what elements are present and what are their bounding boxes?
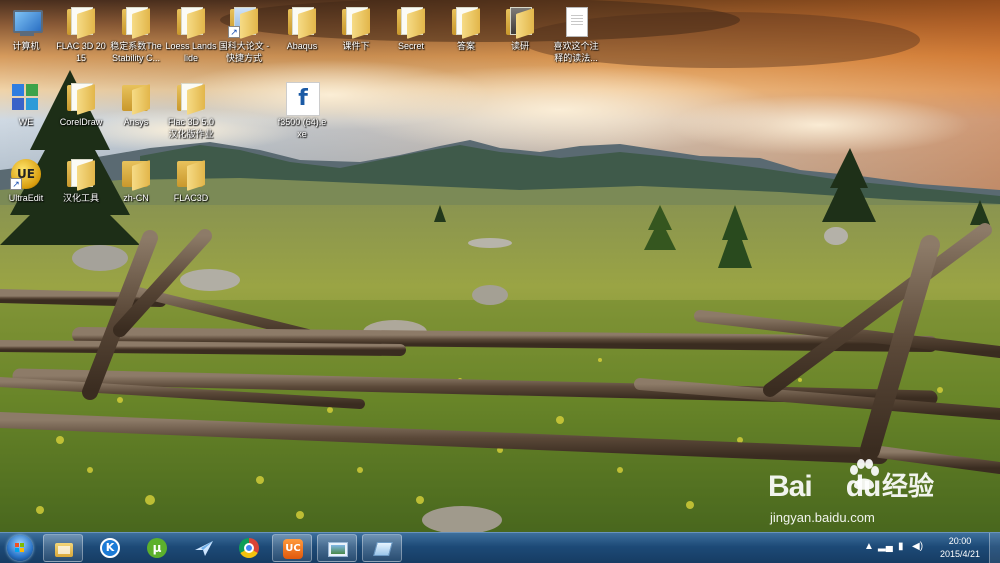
folder-icon	[54, 539, 74, 559]
show-desktop-button[interactable]	[989, 533, 1000, 563]
ultraedit-icon: UE ↗	[10, 158, 42, 190]
taskbar-explorer-button[interactable]	[43, 534, 83, 562]
desktop-icon-we[interactable]: WE	[0, 78, 52, 128]
folder-icon	[120, 158, 152, 191]
desktop-icon-coreldraw[interactable]: CorelDraw	[55, 78, 107, 128]
icon-label: Ansys	[123, 117, 149, 127]
taskbar-kuaibo-button[interactable]: K	[90, 534, 130, 562]
battery-icon[interactable]: ▮	[898, 541, 904, 552]
folder-icon	[450, 6, 482, 39]
watermark-url: jingyan.baidu.com	[770, 510, 875, 525]
desktop-icon-loess-landslide[interactable]: Loess Landslide	[165, 2, 217, 64]
icon-label: Flac 3D 5.0 汉化版作业	[167, 117, 215, 139]
signal-icon[interactable]: ▂▄	[878, 541, 893, 552]
taskbar-notes-button[interactable]	[362, 534, 402, 562]
desktop-icon-stability[interactable]: 稳定系数The Stability C...	[110, 2, 162, 64]
baidu-jingyan-watermark: Baidu 经验 jingyan.baidu.com	[768, 456, 958, 536]
icon-label: 汉化工具	[62, 193, 99, 203]
icon-label: 读研	[510, 41, 529, 51]
desktop-icon-ultraedit[interactable]: UE ↗ UltraEdit	[0, 154, 52, 204]
taskbar-utorrent-button[interactable]: µ	[137, 534, 177, 562]
desktop-icon-answers[interactable]: 答案	[440, 2, 492, 52]
icon-label: 喜欢这个注释的读法...	[553, 41, 599, 63]
desktop-icon-localization-tools[interactable]: 汉化工具	[55, 154, 107, 204]
volume-icon[interactable]: ◀)	[912, 541, 923, 552]
icon-label: 稳定系数The Stability C...	[110, 41, 162, 63]
taskbar-picture-viewer-button[interactable]	[317, 534, 357, 562]
folder-icon	[120, 6, 152, 39]
clock[interactable]: 20:00 2015/4/21	[934, 535, 986, 561]
desktop-icon-f3500-exe[interactable]: f f3500 (64).exe	[276, 78, 328, 140]
chrome-icon	[239, 538, 259, 558]
folder-icon	[65, 6, 97, 39]
clock-time: 20:00	[948, 536, 972, 546]
picture-viewer-icon	[328, 539, 348, 559]
icon-label: zh-CN	[123, 193, 149, 203]
flac-exe-icon: f	[286, 82, 320, 116]
shortcut-arrow-icon: ↗	[228, 26, 240, 38]
folder-icon	[120, 82, 152, 115]
bird-icon	[194, 538, 214, 558]
icon-label: WE	[18, 117, 34, 127]
taskbar-chrome-button[interactable]	[229, 534, 269, 562]
computer-icon	[10, 6, 43, 38]
show-hidden-icons-icon[interactable]: ▲	[864, 541, 874, 552]
icon-label: f3500 (64).exe	[277, 117, 327, 139]
desktop-icon-flac3d[interactable]: FLAC3D	[165, 154, 217, 204]
icon-label: 课件下	[342, 41, 370, 51]
baidu-paw-icon	[850, 459, 879, 490]
icon-label: UltraEdit	[8, 193, 44, 203]
folder-icon	[395, 6, 427, 39]
shortcut-arrow-icon: ↗	[10, 178, 22, 190]
desktop-icon-flac3d-5[interactable]: Flac 3D 5.0 汉化版作业	[165, 78, 217, 140]
folder-icon	[175, 158, 207, 191]
taskbar: K µ UC ▲ ▂▄ ▮ ◀) 20:00 2015/4/21	[0, 532, 1000, 563]
desktop-icon-abaqus[interactable]: Abaqus	[276, 2, 328, 52]
desktop-icon-secret[interactable]: Secret	[385, 2, 437, 52]
uc-browser-icon: UC	[283, 539, 303, 559]
icon-label: Secret	[397, 41, 424, 51]
folder-icon	[65, 158, 97, 191]
utorrent-icon: µ	[147, 538, 167, 558]
desktop-icon-ansys[interactable]: Ansys	[110, 78, 162, 128]
taskbar-feiq-button[interactable]	[184, 534, 224, 562]
watermark-cn-text: 经验	[882, 472, 935, 502]
start-button[interactable]	[4, 533, 36, 563]
desktop-icon-grad-school[interactable]: 读研	[494, 2, 546, 52]
icon-label: CorelDraw	[59, 117, 103, 127]
notes-icon	[373, 539, 393, 559]
icon-label: Loess Landslide	[165, 41, 217, 63]
clock-date: 2015/4/21	[939, 549, 981, 559]
icon-label: 国科大论文 - 快捷方式	[218, 41, 270, 63]
windows-orb-icon	[7, 535, 33, 561]
taskbar-uc-button[interactable]: UC	[272, 534, 312, 562]
we-app-icon	[10, 82, 42, 114]
document-icon	[560, 6, 592, 38]
folder-icon	[340, 6, 372, 39]
icon-label: 计算机	[12, 41, 40, 51]
desktop-icon-flac3d-2015[interactable]: FLAC 3D 2015	[55, 2, 107, 64]
icon-label: FLAC3D	[173, 193, 209, 203]
folder-icon	[286, 6, 318, 39]
desktop-icon-courseware[interactable]: 课件下	[330, 2, 382, 52]
folder-shortcut-icon: ↗	[228, 6, 260, 39]
folder-icon	[65, 82, 97, 115]
folder-icon	[175, 82, 207, 115]
k-player-icon: K	[100, 538, 120, 558]
icon-label: FLAC 3D 2015	[56, 41, 106, 63]
desktop-icon-zh-cn[interactable]: zh-CN	[110, 154, 162, 204]
photo-folder-icon	[504, 6, 536, 39]
desktop-icon-computer[interactable]: 计算机	[0, 2, 52, 52]
desktop-icon-document[interactable]: 喜欢这个注释的读法...	[550, 2, 602, 64]
icon-label: Abaqus	[286, 41, 318, 51]
folder-icon	[175, 6, 207, 39]
system-tray: ▲ ▂▄ ▮ ◀) 20:00 2015/4/21	[860, 533, 1000, 563]
icon-label: 答案	[456, 41, 475, 51]
desktop-icon-thesis-shortcut[interactable]: ↗ 国科大论文 - 快捷方式	[218, 2, 270, 64]
